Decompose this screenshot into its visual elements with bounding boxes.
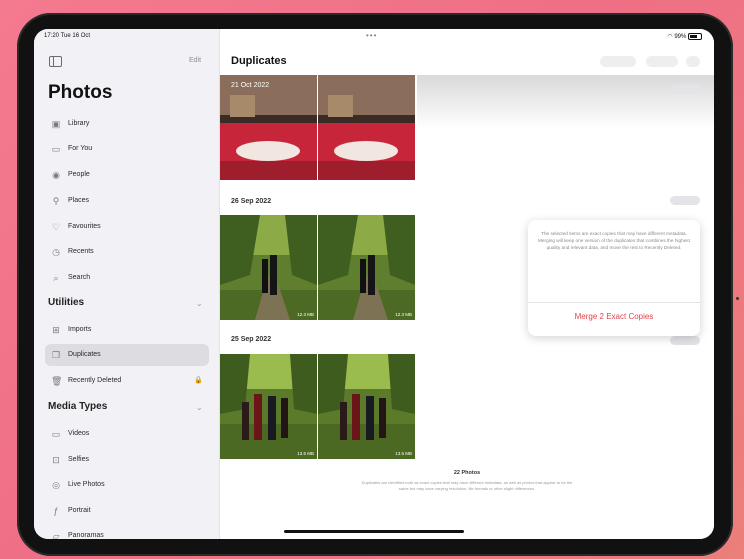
library-icon: ▣ — [51, 119, 61, 129]
imports-icon: ⊞ — [52, 325, 60, 335]
sidebar-item-places[interactable]: ⚲ Places — [45, 190, 209, 212]
sidebar-item-selfies[interactable]: ⊡ Selfies — [45, 449, 209, 471]
sidebar-item-label: Duplicates — [68, 351, 101, 358]
edit-button[interactable]: Edit — [189, 57, 201, 64]
sidebar-toggle-icon[interactable] — [49, 56, 62, 67]
chevron-down-icon[interactable]: ⌄ — [196, 299, 203, 308]
popover-message: The selected items are exact copies that… — [538, 231, 690, 250]
footer-description: Duplicates are identified both as exact … — [361, 480, 573, 491]
people-icon: ◉ — [52, 170, 60, 180]
duplicates-icon: ❐ — [51, 350, 61, 360]
sidebar-item-label: Videos — [68, 430, 90, 437]
search-icon: ⌕ — [53, 273, 59, 283]
merge-button[interactable] — [670, 85, 700, 94]
sidebar-title: Photos — [48, 82, 113, 103]
sidebar-item-label: Live Photos — [68, 481, 105, 488]
battery-icon — [688, 33, 702, 40]
photo-thumbnail[interactable]: 13.5 MB — [220, 354, 317, 459]
video-icon: ▭ — [51, 429, 61, 439]
sidebar-item-for-you[interactable]: ▭ For You — [45, 138, 209, 160]
photo-thumbnail[interactable]: 21 Oct 2022 — [220, 75, 317, 180]
multitasking-dots-icon[interactable]: ••• — [366, 31, 377, 40]
sidebar-item-favourites[interactable]: ♡ Favourites — [45, 216, 209, 238]
merge-popover: The selected items are exact copies that… — [528, 220, 700, 336]
more-button[interactable] — [686, 56, 700, 67]
lock-icon: 🔒 — [194, 377, 203, 384]
family-forest-photo — [220, 354, 317, 459]
status-right: ◠ 99% — [667, 33, 702, 40]
filter-button[interactable] — [646, 56, 678, 67]
home-indicator[interactable] — [284, 530, 464, 533]
sidebar-item-recently-deleted[interactable]: 🗑 Recently Deleted 🔒 — [45, 370, 209, 392]
sidebar-item-panoramas[interactable]: ▱ Panoramas — [45, 525, 209, 539]
sidebar-item-recents[interactable]: ◷ Recents — [45, 241, 209, 263]
merge-button[interactable] — [670, 336, 700, 345]
sidebar-item-label: Favourites — [68, 223, 101, 230]
sidebar-item-label: Places — [68, 197, 90, 204]
room-photo — [318, 75, 415, 180]
sidebar-item-search[interactable]: ⌕ Search — [45, 267, 209, 289]
sidebar-item-label: Imports — [68, 326, 92, 333]
sidebar-item-portrait[interactable]: ƒ Portrait — [45, 500, 209, 522]
battery-percent: 99% — [674, 34, 687, 41]
forest-photo — [318, 215, 415, 320]
camera-dot — [736, 297, 739, 300]
group-date: 25 Sep 2022 — [231, 336, 272, 343]
sidebar-item-label: Library — [68, 120, 90, 127]
photo-thumbnail[interactable]: 12.3 MB — [318, 215, 415, 320]
room-photo — [220, 75, 317, 180]
file-size: 12.3 MB — [297, 312, 314, 317]
clock-icon: ◷ — [52, 247, 60, 257]
file-size: 13.5 MB — [297, 451, 314, 456]
file-size: 12.3 MB — [395, 312, 412, 317]
dimmed-region — [417, 75, 714, 129]
sidebar-item-imports[interactable]: ⊞ Imports — [45, 319, 209, 341]
sidebar-item-videos[interactable]: ▭ Videos — [45, 423, 209, 445]
sidebar-item-label: Recents — [68, 248, 94, 255]
status-bar: 17:20 Tue 16 Oct ••• ◠ 99% — [34, 29, 714, 45]
screen: 17:20 Tue 16 Oct ••• ◠ 99% Edit Photos ▣… — [34, 29, 714, 539]
group-date: 26 Sep 2022 — [231, 198, 272, 205]
sidebar-item-label: Panoramas — [68, 532, 104, 539]
panorama-icon: ▱ — [52, 531, 60, 539]
live-photo-icon: ◎ — [52, 480, 60, 490]
sidebar-item-label: Portrait — [68, 507, 91, 514]
sidebar-item-label: Search — [68, 274, 91, 281]
photo-count: 22 Photos — [453, 470, 481, 476]
sidebar-item-label: People — [68, 171, 90, 178]
for-you-icon: ▭ — [51, 144, 61, 154]
wifi-icon: ◠ — [667, 34, 673, 41]
divider — [528, 302, 700, 303]
photo-thumbnail[interactable]: 13.5 MB — [318, 354, 415, 459]
group-date: 21 Oct 2022 — [231, 82, 270, 89]
forest-photo — [220, 215, 317, 320]
photo-thumbnail[interactable] — [318, 75, 415, 180]
section-utilities[interactable]: Utilities — [48, 297, 84, 308]
status-time: 17:20 Tue 16 Oct — [44, 33, 91, 39]
family-forest-photo — [318, 354, 415, 459]
sidebar-item-label: Selfies — [68, 456, 90, 463]
select-button[interactable] — [600, 56, 636, 67]
sidebar-item-label: Recently Deleted — [68, 377, 122, 384]
chevron-down-icon[interactable]: ⌄ — [196, 403, 203, 412]
file-size: 13.5 MB — [395, 451, 412, 456]
sidebar-item-label: For You — [68, 145, 93, 152]
merge-button[interactable] — [670, 196, 700, 205]
page-title: Duplicates — [231, 55, 287, 67]
sidebar-item-duplicates[interactable]: ❐ Duplicates — [45, 344, 209, 366]
heart-icon: ♡ — [51, 222, 61, 232]
places-icon: ⚲ — [52, 196, 60, 206]
section-media-types[interactable]: Media Types — [48, 401, 107, 412]
sidebar-item-people[interactable]: ◉ People — [45, 164, 209, 186]
trash-icon: 🗑 — [51, 376, 63, 386]
sidebar: Edit Photos ▣ Library ▭ For You ◉ People… — [34, 29, 220, 539]
portrait-icon: ƒ — [53, 506, 59, 516]
merge-exact-copies-button[interactable]: Merge 2 Exact Copies — [528, 312, 700, 321]
sidebar-item-library[interactable]: ▣ Library — [45, 113, 209, 135]
photo-thumbnail[interactable]: 12.3 MB — [220, 215, 317, 320]
selfie-icon: ⊡ — [52, 455, 60, 465]
sidebar-item-live-photos[interactable]: ◎ Live Photos — [45, 474, 209, 496]
